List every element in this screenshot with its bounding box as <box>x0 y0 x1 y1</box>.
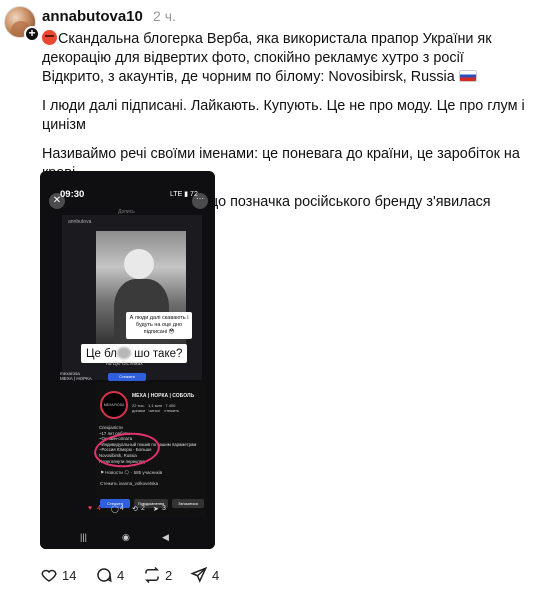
profile-followed-by: Стежить ivanna_volkovetska <box>100 481 159 486</box>
author-username[interactable]: annabutova10 <box>42 8 143 25</box>
phone-close-icon: ✕ <box>49 193 65 209</box>
phone-share-count: 3 <box>162 505 166 512</box>
phone-text-bubble-1: А люди далі скавають і будуть на оце дно… <box>126 312 192 339</box>
phone-nav-home-icon: ◉ <box>122 532 130 542</box>
post-paragraph-2: І люди далі підписані. Лайкають. Купують… <box>42 98 525 133</box>
angry-face-icon <box>42 30 57 45</box>
like-count: 14 <box>62 567 77 583</box>
repost-icon <box>144 566 160 584</box>
phone-sub-button: Стежити <box>108 373 146 381</box>
phone-nav-back-icon: ◀ <box>162 532 169 542</box>
phone-repost-count: 2 <box>141 505 145 512</box>
phone-like-count: 4 <box>97 505 101 512</box>
share-count: 4 <box>212 567 220 583</box>
phone-sub-name: mexarosa МЕХА | НОРКА <box>60 371 92 381</box>
send-icon <box>190 566 208 583</box>
author-avatar[interactable]: + <box>4 6 40 42</box>
phone-profile-card: MEXA ROSA МЕХА | НОРКА | СОБОЛЬ 22 тис. … <box>92 383 206 517</box>
bubble2-part-b: шо таке? <box>134 348 183 360</box>
share-button[interactable]: 4 <box>190 565 219 585</box>
phone-nav-bar: ||| ◉ ◀ <box>40 529 215 549</box>
russia-flag-icon <box>458 70 477 82</box>
brand-logo: MEXA ROSA <box>100 391 128 419</box>
profile-name: МЕХА | НОРКА | СОБОЛЬ <box>132 393 195 399</box>
repost-count: 2 <box>165 567 173 583</box>
phone-action-row: ♥ 4 ◯ 4 ⟲ 2 ➤ 3 <box>88 505 208 517</box>
post-paragraph-1: Скандальна блогерка Верба, яка використа… <box>42 30 550 87</box>
phone-caption: на Цю Сістемах <box>106 361 143 367</box>
attached-screenshot[interactable]: 09:30 LTE ▮ 72 ✕ ··· Допись annbutova А … <box>40 171 215 549</box>
phone-nav-menu-icon: ||| <box>80 532 88 542</box>
comment-button[interactable]: 4 <box>95 565 124 585</box>
phone-repost-icon: ⟲ <box>132 506 138 513</box>
profile-stats: 22 тис. 1,1 млн 7 400 дописи читачі стеж… <box>132 403 179 413</box>
phone-status-bar: 09:30 LTE ▮ 72 <box>40 187 215 203</box>
phone-inner-username: annbutova <box>68 219 92 225</box>
censor-blur <box>116 347 131 359</box>
comment-icon <box>97 568 112 583</box>
follow-plus-icon[interactable]: + <box>24 26 40 42</box>
repost-button[interactable]: 2 <box>143 565 172 585</box>
phone-more-icon: ··· <box>192 193 208 209</box>
post-time: 2 ч. <box>153 8 176 24</box>
post-header: annabutova10 2 ч. <box>42 8 176 25</box>
phone-sub-row: mexarosa МЕХА | НОРКА Стежити <box>60 371 205 381</box>
phone-comment-count: 4 <box>120 505 124 512</box>
post-paragraph-1-text: Скандальна блогерка Верба, яка використа… <box>42 31 492 85</box>
phone-share-icon: ➤ <box>153 506 159 513</box>
profile-news: ⚑ Новости 🗨 · 585 учасників <box>100 470 163 475</box>
phone-comment-icon: ◯ <box>111 506 119 513</box>
bubble2-part-a: Це бл <box>86 348 117 360</box>
comment-count: 4 <box>117 567 125 583</box>
like-button[interactable]: 14 <box>40 565 76 585</box>
phone-like-icon: ♥ <box>88 505 93 512</box>
heart-icon <box>41 569 57 582</box>
